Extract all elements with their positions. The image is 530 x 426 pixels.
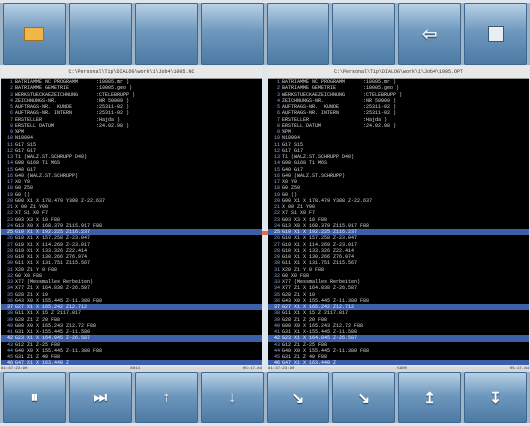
line-number: 46 [273, 360, 280, 365]
next-diff-button[interactable]: ⏭ [68, 372, 132, 423]
code-line[interactable]: 46 G47 X1 X 163.440 Z [268, 360, 529, 365]
toolbar-slot-5[interactable] [266, 3, 330, 65]
toolbar-slot-3[interactable] [134, 3, 198, 65]
diagonal-1-button[interactable]: ↘ [266, 372, 330, 423]
scroll-down-button[interactable]: ↓ [200, 372, 264, 423]
top-button[interactable]: ↥ [398, 372, 462, 423]
diagonal-arrow-icon: ↘ [357, 389, 371, 407]
toolbar-slot-6[interactable] [332, 3, 396, 65]
scroll-up-button[interactable]: ↑ [134, 372, 198, 423]
window-button[interactable] [464, 3, 527, 65]
arrow-top-icon: ↥ [423, 389, 436, 407]
toolbar-slot-4[interactable] [200, 3, 264, 65]
right-pane-title: C:\Personal\Tip\DIALOG\work\1\Job4\1005.… [268, 66, 529, 79]
line-number: 46 [6, 360, 13, 365]
code-text: G47 X1 X 163.440 Z [15, 360, 70, 365]
next-icon: ⏭ [93, 389, 108, 406]
pause-icon: ⏸ [30, 389, 39, 406]
window-icon [487, 26, 504, 42]
open-file-button[interactable] [3, 3, 66, 65]
code-text: ERSTELL DATUM :24.02.98 ) [15, 122, 130, 129]
pause-button[interactable]: ⏸ [3, 372, 66, 423]
top-toolbar: ⇦ [0, 3, 530, 65]
code-text: G47 X1 X 163.440 Z [282, 360, 337, 365]
diagonal-2-button[interactable]: ↘ [332, 372, 396, 423]
bottom-toolbar: ⏸ ⏭ ↑ ↓ ↘ ↘ ↥ ↧ [0, 372, 530, 423]
arrow-up-icon: ↑ [162, 389, 170, 406]
toolbar-slot-2[interactable] [68, 3, 132, 65]
exit-button[interactable]: ⇦ [398, 3, 462, 65]
left-pane-title: C:\Personal\Tip\DIALOG\work\1\Job4\1005.… [1, 66, 262, 79]
bottom-button[interactable]: ↧ [464, 372, 527, 423]
diagonal-arrow-icon: ↘ [291, 389, 305, 407]
folder-icon [24, 27, 45, 41]
arrow-down-icon: ↓ [228, 389, 236, 406]
right-code-pane[interactable]: 1 BATRIAMME NC PROGRAMM :10005.mr ) 2 BATRI… [268, 79, 529, 365]
left-code-pane[interactable]: 1 BATRIAMME NC PROGRAMM :10005.mr ) 2 BATRI… [1, 79, 262, 365]
code-text: ERSTELL DATUM :24.02.98 ) [282, 122, 397, 129]
exit-icon: ⇦ [422, 23, 438, 44]
code-line[interactable]: 46 G47 X1 X 163.440 Z [1, 360, 262, 365]
arrow-bottom-icon: ↧ [489, 389, 502, 407]
